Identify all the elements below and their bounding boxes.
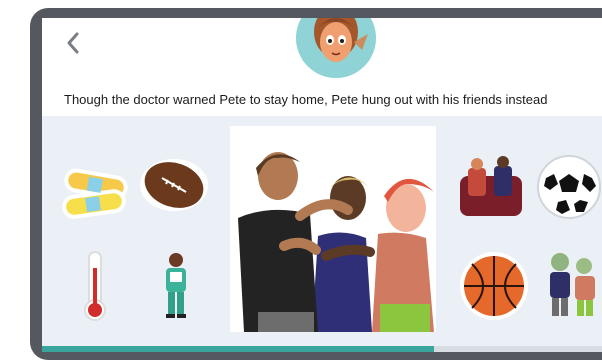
doctor-icon: [166, 253, 186, 318]
answer-card-basketball[interactable]: [458, 250, 530, 322]
app-screen: Though the doctor warned Pete to stay ho…: [42, 18, 602, 352]
progress-fill: [42, 346, 434, 352]
answer-card-soccer-ball[interactable]: [536, 154, 602, 220]
narrator-avatar: [296, 18, 376, 78]
story-stage: [42, 116, 602, 352]
friends-on-couch-icon: [460, 156, 522, 216]
story-scene-image: [230, 126, 436, 332]
top-bar: Though the doctor warned Pete to stay ho…: [42, 18, 602, 116]
answer-card-thermometer[interactable]: [80, 250, 110, 322]
answer-card-football[interactable]: [138, 156, 210, 214]
zombies-icon: [550, 253, 595, 316]
basketball-icon: [460, 252, 528, 320]
answer-card-doctor[interactable]: [158, 250, 194, 322]
story-sentence: Though the doctor warned Pete to stay ho…: [64, 92, 548, 107]
thermometer-icon: [84, 251, 106, 321]
bandages-icon: [62, 168, 128, 219]
progress-bar: [42, 346, 602, 352]
back-button[interactable]: [64, 28, 88, 58]
answer-card-friends-couch[interactable]: [458, 156, 524, 218]
answer-card-bandages[interactable]: [60, 164, 130, 224]
football-icon: [140, 159, 208, 211]
chevron-left-icon: [67, 32, 79, 54]
answer-card-zombies[interactable]: [542, 248, 602, 322]
soccer-ball-icon: [537, 155, 601, 219]
